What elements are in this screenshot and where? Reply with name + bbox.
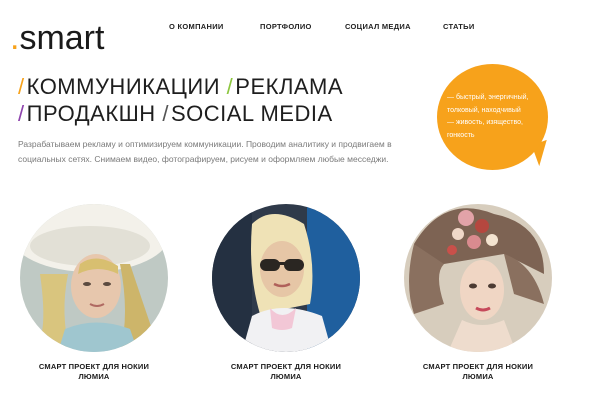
headline-line-1: /КОММУНИКАЦИИ /РЕКЛАМА (18, 74, 343, 100)
headline-advertising: РЕКЛАМА (235, 74, 344, 99)
bubble-line: — быстрый, энергичный, (447, 94, 529, 101)
headline-production: ПРОДАКШН (26, 101, 156, 126)
main-nav: О КОМПАНИИ ПОРТФОЛИО СОЦИАЛ МЕДИА СТАТЬИ (0, 22, 600, 36)
project-photo-hat-portrait[interactable] (20, 204, 168, 352)
project-photo-flowers-portrait[interactable] (404, 204, 552, 352)
nav-item-social-media[interactable]: СОЦИАЛ МЕДИА (345, 22, 411, 31)
nav-item-portfolio[interactable]: ПОРТФОЛИО (260, 22, 312, 31)
slash-mark: / (18, 74, 25, 99)
project-photo-sunglasses-portrait[interactable] (212, 204, 360, 352)
headline-line-2: /ПРОДАКШН /SOCIAL MEDIA (18, 101, 333, 127)
bubble-line: толковый, находчивый (447, 106, 521, 114)
speech-bubble-text: — быстрый, энергичный, толковый, находчи… (447, 92, 547, 142)
caption-line: СМАРТ ПРОЕКТ ДЛЯ НОКИИ (422, 362, 534, 371)
project-card[interactable]: СМАРТ ПРОЕКТ ДЛЯ НОКИИ ЛЮМИА (404, 204, 554, 394)
project-caption[interactable]: СМАРТ ПРОЕКТ ДЛЯ НОКИИ ЛЮМИА (404, 362, 552, 382)
caption-line: СМАРТ ПРОЕКТ ДЛЯ НОКИИ (230, 362, 342, 371)
caption-line: ЛЮМИА (462, 372, 494, 381)
hero-description: Разрабатываем рекламу и оптимизируем ком… (18, 139, 392, 164)
slash-mark: / (226, 74, 234, 99)
slash-mark: / (18, 101, 25, 126)
bubble-line: — живость, изящество, (447, 119, 523, 126)
project-caption[interactable]: СМАРТ ПРОЕКТ ДЛЯ НОКИИ ЛЮМИА (212, 362, 360, 382)
slash-mark: / (162, 101, 169, 126)
project-card[interactable]: СМАРТ ПРОЕКТ ДЛЯ НОКИИ ЛЮМИА (212, 204, 362, 394)
headline-communications: КОММУНИКАЦИИ (26, 74, 221, 99)
project-card[interactable]: СМАРТ ПРОЕКТ ДЛЯ НОКИИ ЛЮМИА (20, 204, 170, 394)
nav-item-about[interactable]: О КОМПАНИИ (169, 22, 224, 31)
nav-item-articles[interactable]: СТАТЬИ (443, 22, 475, 31)
headline-social-media: SOCIAL MEDIA (170, 101, 333, 126)
bubble-line: гонкость (447, 131, 475, 139)
caption-line: ЛЮМИА (270, 372, 302, 381)
caption-line: СМАРТ ПРОЕКТ ДЛЯ НОКИИ (38, 362, 150, 371)
caption-line: ЛЮМИА (78, 372, 110, 381)
project-caption[interactable]: СМАРТ ПРОЕКТ ДЛЯ НОКИИ ЛЮМИА (20, 362, 168, 382)
